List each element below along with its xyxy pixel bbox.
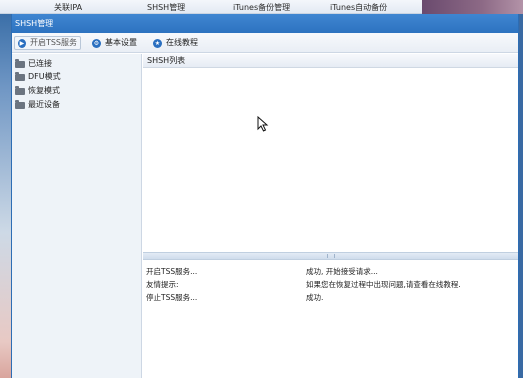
log-message: 成功. — [306, 293, 324, 302]
log-event: 友情提示: — [146, 280, 179, 289]
dialog-title: SHSH管理 — [12, 14, 518, 33]
tab-shsh-manage[interactable]: SHSH管理 — [147, 2, 185, 13]
panel-splitter[interactable] — [143, 252, 518, 260]
log-event: 开启TSS服务... — [146, 267, 198, 276]
folder-icon — [15, 99, 25, 109]
tree-item-connected[interactable]: 已连接 — [15, 58, 52, 70]
log-message: 成功, 开始接受请求... — [306, 267, 378, 276]
shsh-list-panel[interactable]: SHSH列表 — [143, 54, 518, 252]
log-message: 如果您在恢复过程中出现问题,请查看在线教程. — [306, 280, 461, 289]
mouse-cursor-icon — [257, 116, 269, 132]
tree-item-label: 最近设备 — [28, 100, 60, 109]
folder-icon — [15, 71, 25, 81]
tab-itunes-auto-backup[interactable]: iTunes自动备份 — [330, 2, 387, 13]
shsh-list-header: SHSH列表 — [143, 54, 518, 68]
log-row: 停止TSS服务... 成功. — [143, 292, 518, 304]
tree-item-label: DFU模式 — [28, 72, 61, 81]
tree-item-label: 恢复模式 — [28, 86, 60, 95]
play-icon: ▶ — [18, 38, 26, 48]
log-row: 开启TSS服务... 成功, 开始接受请求... — [143, 266, 518, 278]
background-right-strip — [519, 14, 523, 378]
tree-item-label: 已连接 — [28, 59, 52, 68]
start-tss-button[interactable]: ▶ 开启TSS服务 — [14, 36, 81, 50]
tree-item-dfu-mode[interactable]: DFU模式 — [15, 71, 61, 83]
start-tss-label: 开启TSS服务 — [29, 38, 77, 47]
background-image-strip — [422, 0, 523, 14]
device-tree: 已连接 DFU模式 恢复模式 最近设备 — [12, 54, 142, 378]
basic-settings-button[interactable]: ⚙ 基本设置 — [89, 36, 140, 50]
toolbar: ▶ 开启TSS服务 ⚙ 基本设置 ★ 在线教程 — [12, 33, 518, 53]
gear-icon: ⚙ — [92, 38, 101, 48]
online-tutorial-button[interactable]: ★ 在线教程 — [150, 36, 201, 50]
tab-associate-ipa[interactable]: 关联IPA — [54, 2, 82, 13]
online-tutorial-label: 在线教程 — [166, 38, 198, 47]
log-panel: 开启TSS服务... 成功, 开始接受请求... 友情提示: 如果您在恢复过程中… — [143, 260, 518, 378]
tree-item-recovery-mode[interactable]: 恢复模式 — [15, 85, 60, 97]
basic-settings-label: 基本设置 — [105, 38, 137, 47]
folder-icon — [15, 85, 25, 95]
splitter-grip-icon — [327, 254, 335, 258]
log-row: 友情提示: 如果您在恢复过程中出现问题,请查看在线教程. — [143, 279, 518, 291]
tab-itunes-backup-manage[interactable]: iTunes备份管理 — [233, 2, 290, 13]
shsh-manage-dialog: SHSH管理 ▶ 开启TSS服务 ⚙ 基本设置 ★ 在线教程 已连接 DFU模式… — [11, 14, 519, 378]
tree-item-recent-devices[interactable]: 最近设备 — [15, 99, 60, 111]
background-left-strip — [0, 14, 11, 378]
star-icon: ★ — [153, 38, 162, 48]
log-event: 停止TSS服务... — [146, 293, 198, 302]
folder-icon — [15, 58, 25, 68]
